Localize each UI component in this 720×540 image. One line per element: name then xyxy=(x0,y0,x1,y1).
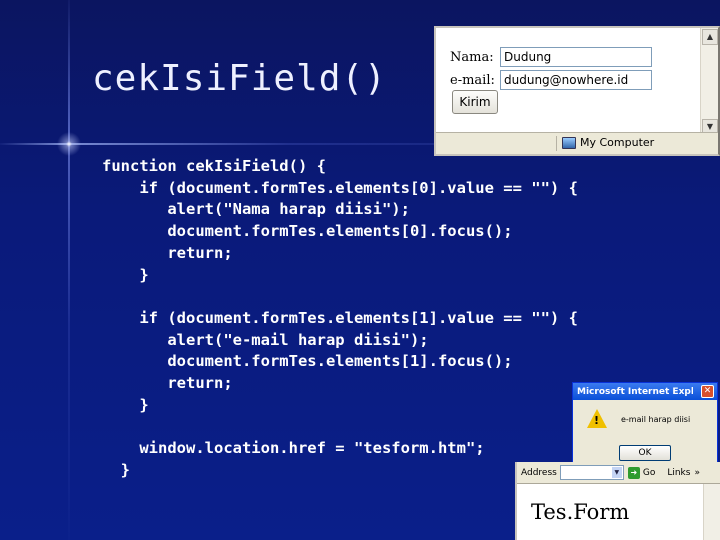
status-bar: My Computer xyxy=(436,132,718,154)
alert-message: e-mail harap diisi xyxy=(621,415,691,424)
form-page-content: Nama: Dudung e-mail: dudung@nowhere.id K… xyxy=(436,28,702,136)
scroll-up-arrow-icon[interactable]: ▲ xyxy=(702,29,718,45)
links-label[interactable]: Links xyxy=(667,468,690,478)
ok-button[interactable]: OK xyxy=(619,445,671,461)
email-label: e-mail: xyxy=(450,72,495,88)
status-zone-label: My Computer xyxy=(580,136,655,149)
slide-title: cekIsiField() xyxy=(92,58,387,99)
form-vertical-scrollbar[interactable]: ▲ ▼ xyxy=(700,28,718,136)
status-zone: My Computer xyxy=(562,136,654,149)
alert-title: Microsoft Internet Explorer xyxy=(577,386,693,397)
tesform-page-heading: Tes.Form xyxy=(531,500,630,524)
tesform-vertical-scrollbar[interactable] xyxy=(703,484,720,540)
go-arrow-icon: ➜ xyxy=(627,466,640,479)
go-label: Go xyxy=(642,467,656,478)
decorative-sparkle xyxy=(56,131,82,157)
name-input[interactable]: Dudung xyxy=(500,47,652,67)
code-block: function cekIsiField() { if (document.fo… xyxy=(102,157,578,479)
address-input[interactable]: ▼ xyxy=(559,465,624,480)
name-field-row: Nama: Dudung xyxy=(450,47,652,67)
email-input[interactable]: dudung@nowhere.id xyxy=(500,70,652,90)
status-divider xyxy=(556,136,557,151)
chevron-down-icon[interactable]: ▼ xyxy=(611,467,622,478)
address-bar: Address ▼ ➜ Go Links » xyxy=(517,462,720,484)
address-label: Address xyxy=(521,467,557,478)
form-browser-window: Nama: Dudung e-mail: dudung@nowhere.id K… xyxy=(434,26,720,156)
chevron-right-icon[interactable]: » xyxy=(694,468,700,478)
name-label: Nama: xyxy=(450,49,494,65)
tesform-browser-window: Address ▼ ➜ Go Links » Tes.Form xyxy=(515,462,720,540)
alert-titlebar: Microsoft Internet Explorer ✕ xyxy=(573,383,717,400)
go-button[interactable]: ➜ Go xyxy=(627,466,656,479)
my-computer-icon xyxy=(562,136,576,149)
email-field-row: e-mail: dudung@nowhere.id xyxy=(450,70,652,90)
submit-button[interactable]: Kirim xyxy=(452,90,498,114)
decorative-vertical-line xyxy=(68,0,70,540)
alert-dialog: Microsoft Internet Explorer ✕ ! e-mail h… xyxy=(572,382,718,464)
close-icon[interactable]: ✕ xyxy=(701,385,714,398)
warning-exclamation-icon: ! xyxy=(594,414,600,427)
